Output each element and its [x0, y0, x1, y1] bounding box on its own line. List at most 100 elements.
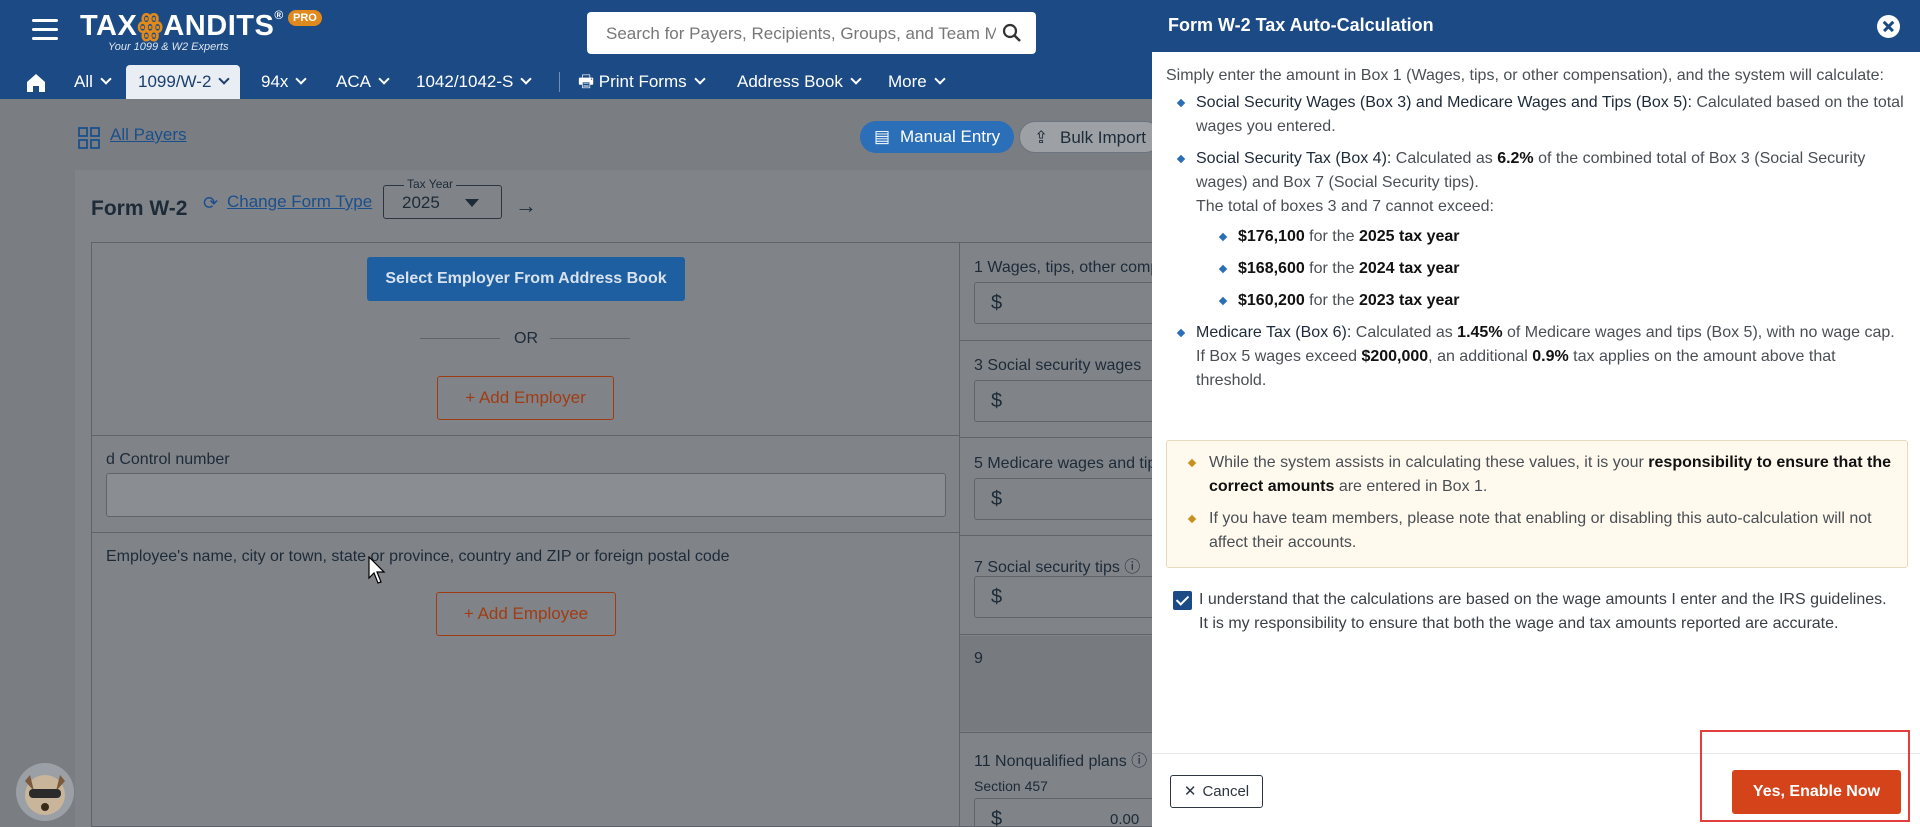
box11-input[interactable]: $ — [974, 798, 1174, 827]
list-item: Social Security Tax (Box 4): Calculated … — [1196, 147, 1906, 313]
grid-divider — [960, 340, 1155, 341]
limit-year: 2025 tax year — [1358, 228, 1460, 245]
add-employer-button[interactable]: + Add Employer — [437, 376, 614, 420]
bullet-text: Calculated as — [1391, 150, 1498, 167]
panel-body: Simply enter the amount in Box 1 (Wages,… — [1166, 64, 1906, 401]
printer-icon: 🖶 — [578, 72, 599, 91]
control-number-input[interactable] — [106, 473, 946, 517]
list-item: Medicare Tax (Box 6): Calculated as 1.45… — [1196, 321, 1906, 393]
grid-divider — [960, 732, 1155, 733]
nav-aca-label: ACA — [336, 72, 371, 91]
threshold-amount: $200,000 — [1361, 348, 1429, 365]
nav-all-label: All — [74, 72, 93, 91]
currency-symbol: $ — [991, 390, 1003, 412]
home-icon[interactable] — [25, 72, 47, 94]
limit-year: 2023 tax year — [1358, 292, 1460, 309]
chevron-down-icon — [295, 73, 308, 85]
manual-entry-button[interactable]: ▤ Manual Entry — [860, 121, 1015, 153]
logo-wordmark: TAXꙮANDITS® — [80, 8, 284, 42]
nav-1099-w2-label: 1099/W-2 — [138, 72, 212, 91]
box5-label: 5 Medicare wages and tips — [974, 455, 1165, 472]
box7-text: 7 Social security tips — [974, 559, 1120, 576]
panel-header: Form W-2 Tax Auto-Calculation — [1152, 0, 1920, 52]
add-employee-label: Add Employee — [477, 604, 589, 623]
hamburger-menu-icon[interactable] — [32, 19, 58, 41]
or-divider — [550, 338, 630, 339]
nav-print-forms-label: Print Forms — [598, 72, 687, 91]
nav-print-forms[interactable]: 🖶 Print Forms — [578, 65, 706, 99]
nav-1099-w2[interactable]: 1099/W-2 — [126, 65, 241, 99]
percent-value: 6.2% — [1497, 150, 1534, 167]
box3-label: 3 Social security wages — [974, 357, 1142, 374]
plus-icon: + — [465, 388, 479, 407]
nav-94x-label: 94x — [261, 72, 289, 91]
bulk-import-button[interactable]: ⇪ Bulk Import — [1019, 121, 1161, 153]
info-icon[interactable]: ⓘ — [1124, 559, 1140, 576]
box9-label: 9 — [974, 650, 983, 667]
document-icon: ▤ — [874, 127, 891, 146]
grid-divider — [960, 634, 1155, 635]
limit-text: for the — [1304, 292, 1359, 309]
box3-input[interactable]: $ — [974, 380, 1174, 422]
nav-address-book[interactable]: Address Book — [737, 65, 862, 99]
tax-year-select[interactable]: Tax Year 2025 — [383, 177, 502, 219]
bullet-heading: Medicare Tax (Box 6): — [1196, 324, 1352, 341]
limit-intro: The total of boxes 3 and 7 cannot exceed… — [1196, 198, 1494, 215]
grid-divider — [960, 437, 1155, 438]
refresh-icon: ⟳ — [203, 193, 219, 213]
taxbandits-logo[interactable]: TAXꙮANDITS® Your 1099 & W2 Experts PRO — [80, 8, 322, 53]
pro-badge: PRO — [288, 10, 322, 26]
nav-94x[interactable]: 94x — [261, 65, 308, 99]
nav-more[interactable]: More — [888, 65, 946, 99]
nav-all[interactable]: All — [74, 65, 112, 99]
currency-symbol: $ — [991, 488, 1003, 510]
nav-1042[interactable]: 1042/1042-S — [416, 65, 533, 99]
box5-input[interactable]: $ — [974, 478, 1174, 520]
search-icon[interactable] — [1002, 23, 1022, 43]
limit-text: for the — [1304, 260, 1359, 277]
nav-more-label: More — [888, 72, 927, 91]
notice-text: If you have team members, please note th… — [1209, 510, 1872, 551]
assistant-mascot-icon[interactable] — [16, 763, 74, 821]
arrow-right-icon[interactable]: → — [515, 193, 537, 219]
chevron-down-icon — [934, 73, 946, 85]
wage-limit-list: $176,100 for the 2025 tax year $168,600 … — [1196, 225, 1906, 313]
form-title: Form W-2 — [91, 197, 188, 220]
bullet-text: Calculated as — [1351, 324, 1458, 341]
grid-icon — [78, 127, 100, 149]
percent-value: 0.9% — [1532, 348, 1569, 365]
notice-text: While the system assists in calculating … — [1209, 454, 1649, 471]
percent-value: 1.45% — [1457, 324, 1503, 341]
close-icon[interactable] — [1877, 15, 1900, 38]
list-item: While the system assists in calculating … — [1209, 451, 1891, 499]
change-form-type-link[interactable]: Change Form Type — [227, 192, 372, 212]
all-payers-link[interactable]: All Payers — [110, 125, 187, 145]
nav-aca[interactable]: ACA — [336, 65, 390, 99]
box7-input[interactable]: $ — [974, 576, 1174, 618]
add-employee-button[interactable]: + Add Employee — [436, 592, 616, 636]
plus-icon: + — [463, 604, 478, 623]
calculation-list: Social Security Wages (Box 3) and Medica… — [1166, 91, 1906, 393]
enable-now-button[interactable]: Yes, Enable Now — [1732, 770, 1901, 814]
cancel-button[interactable]: ✕ Cancel — [1170, 775, 1263, 808]
box1-input[interactable]: $ — [974, 282, 1174, 324]
search-input[interactable]: Search for Payers, Recipients, Groups, a… — [606, 24, 996, 44]
add-employer-label: Add Employer — [478, 388, 586, 407]
global-search[interactable]: Search for Payers, Recipients, Groups, a… — [587, 12, 1036, 54]
list-item: If you have team members, please note th… — [1209, 507, 1891, 555]
info-icon[interactable]: ⓘ — [1131, 753, 1147, 770]
select-employer-button[interactable]: Select Employer From Address Book — [367, 257, 685, 301]
currency-symbol: $ — [991, 586, 1003, 608]
control-number-label: d Control number — [106, 451, 230, 468]
list-item: $176,100 for the 2025 tax year — [1238, 225, 1906, 249]
agree-text: I understand that the calculations are b… — [1199, 591, 1887, 632]
bullet-heading: Social Security Tax (Box 4): — [1196, 150, 1392, 167]
chevron-down-icon — [100, 73, 112, 85]
caret-down-icon — [465, 199, 479, 207]
mouse-cursor-icon — [368, 556, 386, 584]
or-label: OR — [514, 330, 538, 347]
or-divider — [420, 338, 500, 339]
tax-year-value: 2025 — [402, 193, 440, 212]
chevron-down-icon — [693, 73, 706, 85]
limit-amount: $160,200 — [1238, 292, 1305, 309]
